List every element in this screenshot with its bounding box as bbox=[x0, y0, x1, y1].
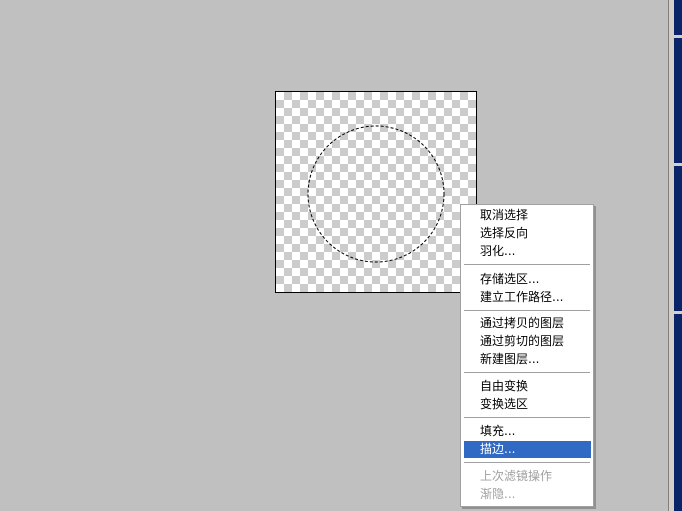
menu-item-layer-via-copy[interactable]: 通过拷贝的图层 bbox=[464, 315, 591, 332]
document-canvas[interactable] bbox=[275, 91, 477, 293]
right-panel-tab[interactable] bbox=[674, 166, 682, 311]
menu-item-new-layer[interactable]: 新建图层... bbox=[464, 351, 591, 368]
menu-separator bbox=[464, 264, 590, 266]
menu-item-save-selection[interactable]: 存储选区... bbox=[464, 271, 591, 288]
menu-item-select-inverse[interactable]: 选择反向 bbox=[464, 225, 591, 242]
menu-separator bbox=[464, 417, 590, 419]
context-menu: 取消选择 选择反向 羽化... 存储选区... 建立工作路径... 通过拷贝的图… bbox=[460, 204, 594, 507]
menu-separator bbox=[464, 310, 590, 312]
right-panel-tab[interactable] bbox=[674, 0, 682, 35]
right-panel-tab[interactable] bbox=[674, 38, 682, 163]
right-panel-tab[interactable] bbox=[674, 314, 682, 511]
menu-item-stroke[interactable]: 描边... bbox=[464, 441, 591, 458]
menu-separator bbox=[464, 372, 590, 374]
menu-item-layer-via-cut[interactable]: 通过剪切的图层 bbox=[464, 333, 591, 350]
menu-item-fill[interactable]: 填充... bbox=[464, 423, 591, 440]
menu-item-feather[interactable]: 羽化... bbox=[464, 243, 591, 260]
menu-separator bbox=[464, 462, 590, 464]
menu-item-deselect[interactable]: 取消选择 bbox=[464, 207, 591, 224]
menu-item-transform-selection[interactable]: 变换选区 bbox=[464, 396, 591, 413]
workspace[interactable]: 取消选择 选择反向 羽化... 存储选区... 建立工作路径... 通过拷贝的图… bbox=[0, 0, 682, 511]
menu-item-free-transform[interactable]: 自由变换 bbox=[464, 378, 591, 395]
elliptical-selection bbox=[307, 125, 445, 263]
menu-item-last-filter: 上次滤镜操作 bbox=[480, 469, 553, 483]
menu-item-fade: 渐隐... bbox=[480, 487, 516, 501]
menu-item-make-work-path[interactable]: 建立工作路径... bbox=[464, 289, 591, 306]
